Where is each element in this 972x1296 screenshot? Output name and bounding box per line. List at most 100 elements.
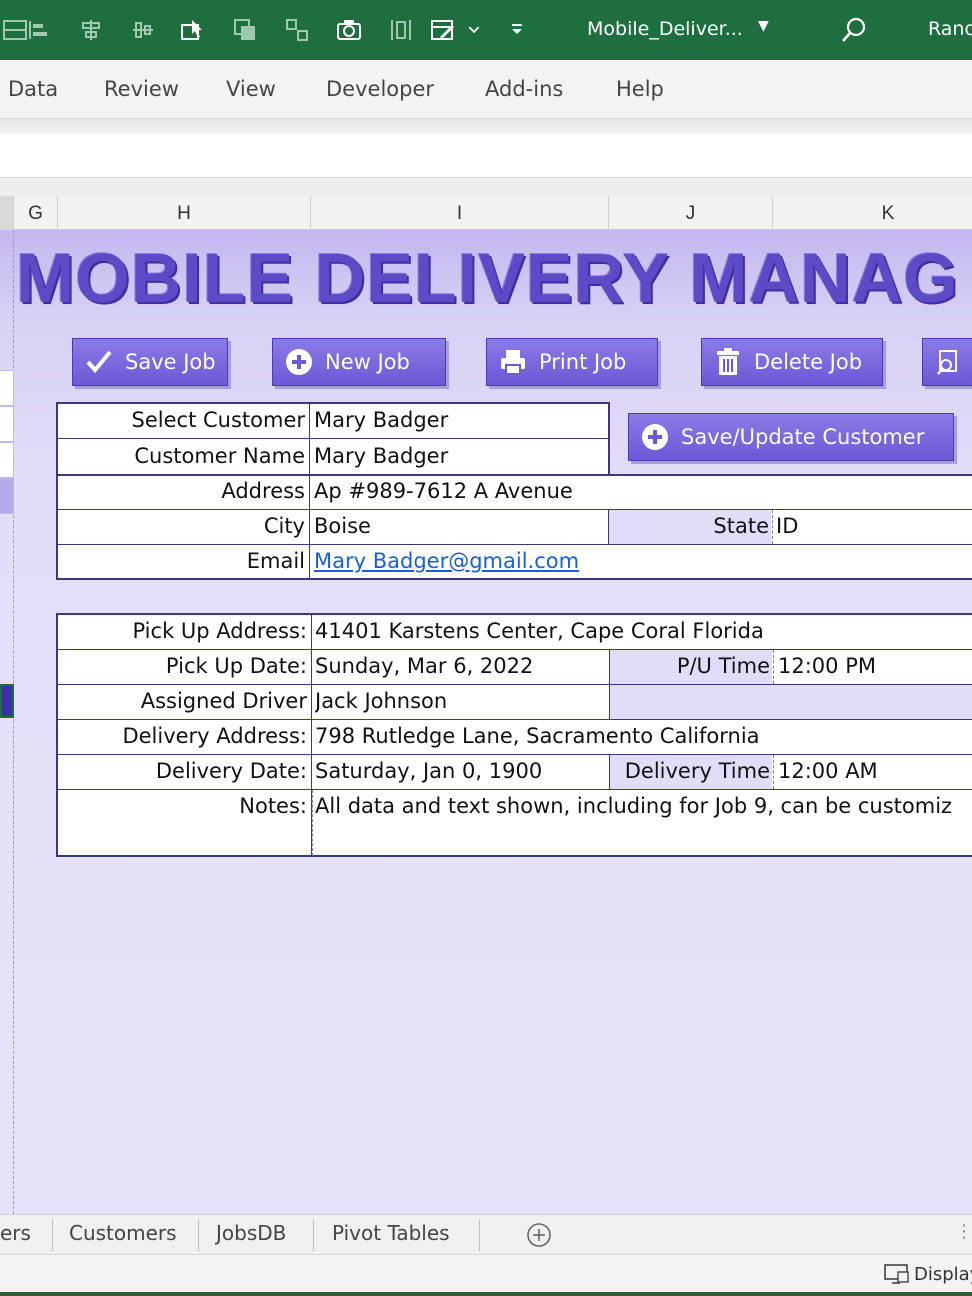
column-header-g[interactable]: G (14, 196, 58, 230)
ribbon-collapsed-band (0, 118, 972, 134)
chevron-down-icon[interactable] (462, 14, 486, 46)
tab-add-ins[interactable]: Add-ins (485, 77, 563, 101)
tab-view[interactable]: View (226, 77, 276, 101)
sheet-tab-customers[interactable]: Customers (69, 1221, 177, 1245)
delivery-address-field[interactable]: 798 Rutledge Lane, Sacramento California (315, 724, 972, 748)
label-divider (309, 402, 310, 580)
more-options-icon[interactable]: ⋮ (955, 1221, 972, 1242)
document-title[interactable]: Mobile_Deliver... (587, 18, 743, 40)
pu-time-label: P/U Time (676, 654, 770, 678)
new-job-button[interactable]: New Job (272, 338, 446, 386)
pickup-address-label: Pick Up Address: (132, 619, 307, 643)
add-sheet-icon[interactable] (526, 1222, 552, 1248)
title-bar: Mobile_Deliver... ▼ Rand (0, 0, 972, 60)
search-icon[interactable] (838, 14, 870, 46)
qat-align-center-icon[interactable] (76, 14, 106, 46)
email-link[interactable]: Mary Badger@gmail.com (314, 549, 914, 573)
checkmark-icon (83, 346, 115, 378)
pickup-date-label: Pick Up Date: (165, 654, 307, 678)
state-label: State (713, 514, 769, 538)
pickup-date-field[interactable]: Sunday, Mar 6, 2022 (315, 654, 605, 678)
driver-extra-cell (610, 685, 972, 719)
city-field[interactable]: Boise (314, 514, 604, 538)
user-name[interactable]: Rand (928, 18, 972, 40)
select-customer-value[interactable]: Mary Badger (314, 408, 604, 432)
customer-form: Select Customer Mary Badger Customer Nam… (56, 402, 972, 580)
delete-job-button[interactable]: Delete Job (701, 338, 883, 386)
taskbar-edge (0, 1292, 972, 1296)
cell-left-2[interactable] (0, 406, 14, 442)
column-header-prev[interactable] (0, 196, 14, 230)
pu-time-field[interactable]: 12:00 PM (778, 654, 972, 678)
status-bar: Display (0, 1254, 972, 1292)
print-job-button[interactable]: Print Job (486, 338, 658, 386)
state-divider (772, 510, 773, 544)
customer-name-label: Customer Name (134, 444, 305, 468)
row-divider (58, 789, 972, 790)
trash-icon (712, 346, 744, 378)
qat-group-icon[interactable] (282, 14, 312, 46)
left-column-strip (0, 230, 14, 1214)
tab-separator (198, 1219, 199, 1251)
column-header-k[interactable]: K (773, 196, 972, 230)
sheet-tab-drivers[interactable]: ers (0, 1221, 31, 1245)
notes-field[interactable]: All data and text shown, including for J… (315, 794, 972, 818)
pickup-address-field[interactable]: 41401 Karstens Center, Cape Coral Florid… (315, 619, 972, 643)
row-divider (56, 509, 972, 510)
delivery-time-divider (773, 755, 774, 789)
row-divider (58, 649, 972, 650)
qat-distribute-icon[interactable] (128, 14, 158, 46)
customize-toolbar-icon[interactable] (502, 14, 532, 46)
qat-chart-edit-icon[interactable] (428, 14, 458, 46)
pu-time-divider (773, 650, 774, 684)
address-field[interactable]: Ap #989-7612 A Avenue (314, 479, 914, 503)
camera-icon[interactable] (334, 14, 364, 46)
search-jobs-button[interactable] (922, 338, 972, 386)
notes-label: Notes: (239, 794, 307, 818)
cell-left-3[interactable] (0, 442, 14, 478)
tab-data[interactable]: Data (8, 77, 58, 101)
customer-name-field[interactable]: Mary Badger (314, 444, 604, 468)
tab-separator (479, 1219, 480, 1251)
save-job-button[interactable]: Save Job (72, 338, 228, 386)
save-job-label: Save Job (125, 350, 216, 374)
qat-align-icon[interactable] (24, 14, 54, 46)
row-divider (56, 438, 610, 439)
qat-select-objects-icon[interactable] (178, 14, 208, 46)
row-divider (58, 719, 972, 720)
tab-review[interactable]: Review (104, 77, 179, 101)
plus-circle-icon (283, 346, 315, 378)
active-cell[interactable] (0, 684, 14, 718)
qat-bring-forward-icon[interactable] (230, 14, 260, 46)
printer-icon (497, 346, 529, 378)
worksheet-area[interactable]: MOBILE DELIVERY MANAG Save Job New Job P… (0, 230, 972, 1214)
sheet-tab-pivot-tables[interactable]: Pivot Tables (332, 1221, 450, 1245)
delivery-date-label: Delivery Date: (155, 759, 307, 783)
cell-left-4[interactable] (0, 478, 14, 514)
sheet-tabs-bar: ers Customers JobsDB Pivot Tables ⋮ (0, 1214, 972, 1254)
display-settings-label[interactable]: Display (914, 1264, 972, 1285)
row-divider (58, 754, 972, 755)
formula-bar[interactable] (0, 134, 972, 178)
state-field[interactable]: ID (776, 514, 926, 538)
row-divider (56, 544, 972, 545)
title-caret-icon[interactable]: ▼ (758, 18, 769, 34)
qat-column-icon[interactable] (386, 14, 416, 46)
column-header-i[interactable]: I (311, 196, 609, 230)
delivery-time-field[interactable]: 12:00 AM (778, 759, 972, 783)
tab-help[interactable]: Help (616, 77, 664, 101)
ribbon-tabs: Data Review View Developer Add-ins Help (0, 60, 972, 118)
delivery-date-field[interactable]: Saturday, Jan 0, 1900 (315, 759, 605, 783)
assigned-driver-field[interactable]: Jack Johnson (315, 689, 605, 713)
cell-left-1[interactable] (0, 370, 14, 406)
delivery-address-label: Delivery Address: (122, 724, 307, 748)
tab-developer[interactable]: Developer (326, 77, 434, 101)
new-job-label: New Job (325, 350, 410, 374)
notes-divider (312, 790, 313, 856)
column-header-j[interactable]: J (609, 196, 773, 230)
display-settings-icon[interactable] (884, 1263, 910, 1285)
delete-job-label: Delete Job (754, 350, 863, 374)
column-header-h[interactable]: H (58, 196, 311, 230)
tab-separator (52, 1219, 53, 1251)
sheet-tab-jobsdb[interactable]: JobsDB (216, 1221, 286, 1245)
